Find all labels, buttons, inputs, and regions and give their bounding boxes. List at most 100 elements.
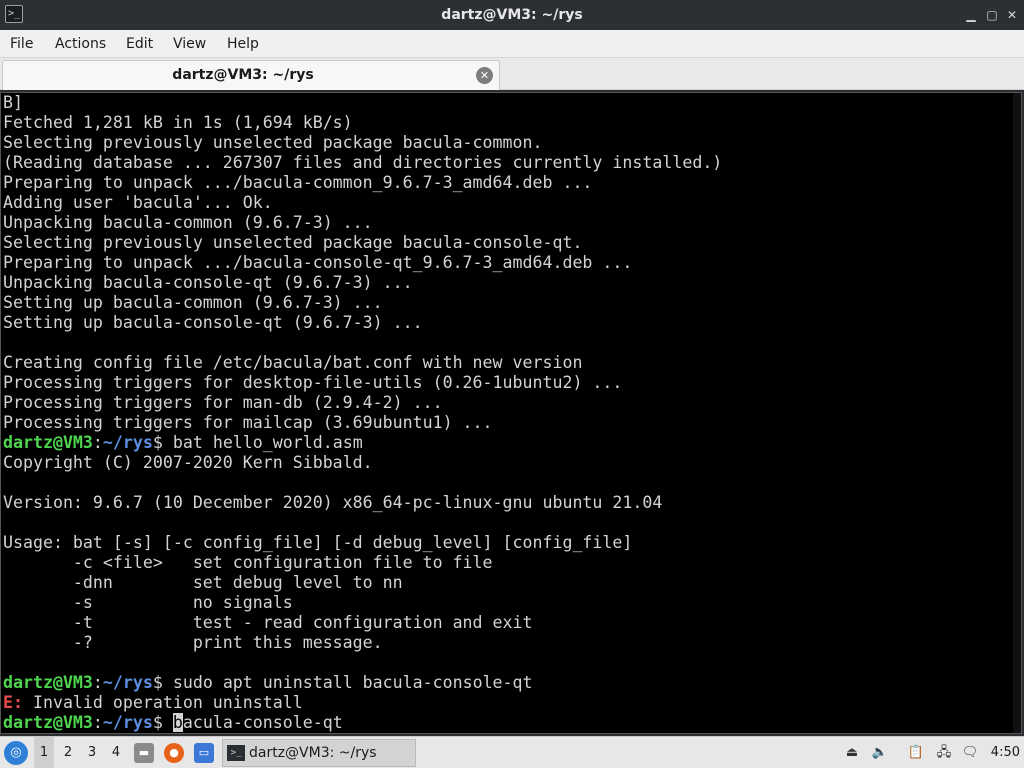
network-icon[interactable]: 🖧	[934, 743, 954, 763]
terminal-line-text: Version: 9.6.7 (10 December 2020) x86_64…	[3, 493, 663, 512]
terminal-line: Setting up bacula-console-qt (9.6.7-3) .…	[3, 313, 722, 333]
terminal-line-text: Preparing to unpack .../bacula-console-q…	[3, 253, 633, 272]
eject-icon[interactable]: ⏏	[842, 743, 862, 763]
terminal-line-text: Usage: bat [-s] [-c config_file] [-d deb…	[3, 533, 633, 552]
terminal-line: -dnn set debug level to nn	[3, 573, 722, 593]
terminal-line: (Reading database ... 267307 files and d…	[3, 153, 722, 173]
firefox-icon[interactable]: ●	[164, 743, 184, 763]
maximize-button[interactable]: ▢	[983, 6, 1001, 24]
tab-terminal[interactable]: dartz@VM3: ~/rys ✕	[2, 60, 500, 90]
terminal-area[interactable]: B] Fetched 1,281 kB in 1s (1,694 kB/s) Sel…	[0, 92, 1022, 734]
task-label: dartz@VM3: ~/rys	[249, 745, 377, 761]
terminal-scrollbar[interactable]	[1013, 93, 1021, 733]
terminal-line-text: Adding user 'bacula'... Ok.	[3, 193, 273, 212]
text-cursor: b	[172, 713, 183, 732]
terminal-line-text: Processing triggers for mailcap (3.69ubu…	[3, 413, 493, 432]
prompt-user: dartz@VM3	[3, 673, 93, 692]
terminal-line: Setting up bacula-common (9.6.7-3) ...	[3, 293, 722, 313]
terminal-line-text: B]	[3, 93, 23, 112]
terminal-line: Unpacking bacula-common (9.6.7-3) ...	[3, 213, 722, 233]
terminal-line-text: Setting up bacula-console-qt (9.6.7-3) .…	[3, 313, 423, 332]
terminal-line-text: Fetched 1,281 kB in 1s (1,694 kB/s)	[3, 113, 353, 132]
terminal-line-text: Processing triggers for man-db (2.9.4-2)…	[3, 393, 443, 412]
terminal-line-text: Copyright (C) 2007-2020 Kern Sibbald.	[3, 453, 373, 472]
prompt-user: dartz@VM3	[3, 713, 93, 732]
terminal-line: Preparing to unpack .../bacula-common_9.…	[3, 173, 722, 193]
terminal-line: E: Invalid operation uninstall	[3, 693, 722, 713]
terminal-line: Adding user 'bacula'... Ok.	[3, 193, 722, 213]
taskbar: ◎ 1 2 3 4 ▬ ● ▭ >_ dartz@VM3: ~/rys ⏏ 🔈 …	[0, 736, 1024, 768]
menu-edit[interactable]: Edit	[126, 30, 153, 58]
window-title: dartz@VM3: ~/rys	[441, 7, 583, 23]
terminal-line: Processing triggers for desktop-file-uti…	[3, 373, 722, 393]
lubuntu-logo-icon[interactable]: ◎	[4, 741, 28, 765]
menu-actions[interactable]: Actions	[55, 30, 106, 58]
terminal-line: dartz@VM3:~/rys$ sudo apt uninstall bacu…	[3, 673, 722, 693]
terminal-line: B]	[3, 93, 722, 113]
close-button[interactable]: ✕	[1003, 6, 1021, 24]
terminal-line: Selecting previously unselected package …	[3, 133, 722, 153]
desktop-icon[interactable]: ▭	[194, 743, 214, 763]
volume-icon[interactable]: 🔈	[870, 743, 890, 763]
prompt-path: ~/rys	[102, 673, 153, 692]
workspace-3[interactable]: 3	[82, 737, 102, 768]
terminal-line-text: Creating config file /etc/bacula/bat.con…	[3, 353, 583, 372]
terminal-line-text: Unpacking bacula-console-qt (9.6.7-3) ..…	[3, 273, 413, 292]
terminal-line: -c <file> set configuration file to file	[3, 553, 722, 573]
tab-label: dartz@VM3: ~/rys	[172, 67, 314, 83]
minimize-button[interactable]: ▁	[962, 6, 980, 24]
notification-icon[interactable]: 🗨	[960, 743, 980, 763]
menu-bar: File Actions Edit View Help	[0, 30, 1024, 58]
prompt-path: ~/rys	[102, 433, 153, 452]
command-input: acula-console-qt	[182, 713, 343, 732]
workspace-4[interactable]: 4	[106, 737, 126, 768]
terminal-line-text: Selecting previously unselected package …	[3, 233, 583, 252]
menu-file[interactable]: File	[10, 30, 33, 58]
prompt-symbol: $	[152, 433, 163, 452]
terminal-line: Version: 9.6.7 (10 December 2020) x86_64…	[3, 493, 722, 513]
taskbar-task-terminal[interactable]: >_ dartz@VM3: ~/rys	[222, 739, 416, 767]
clock: 4:50	[990, 745, 1020, 760]
menu-help[interactable]: Help	[227, 30, 259, 58]
terminal-line: Processing triggers for mailcap (3.69ubu…	[3, 413, 722, 433]
tab-bar: dartz@VM3: ~/rys ✕	[0, 58, 1024, 90]
terminal-line: -? print this message.	[3, 633, 722, 653]
terminal-line-text: Preparing to unpack .../bacula-common_9.…	[3, 173, 593, 192]
terminal-icon: >_	[227, 745, 245, 761]
terminal-line-text: Selecting previously unselected package …	[3, 133, 543, 152]
terminal-line: Selecting previously unselected package …	[3, 233, 722, 253]
workspace-1[interactable]: 1	[34, 737, 54, 768]
terminal-line-text: -dnn set debug level to nn	[3, 573, 403, 592]
terminal-line-text: -t test - read configuration and exit	[3, 613, 533, 632]
workspace-2[interactable]: 2	[58, 737, 78, 768]
window-titlebar[interactable]: >_ dartz@VM3: ~/rys ▁ ▢ ✕	[0, 0, 1024, 30]
command-text: sudo apt uninstall bacula-console-qt	[162, 673, 533, 692]
terminal-line: Copyright (C) 2007-2020 Kern Sibbald.	[3, 453, 722, 473]
prompt-separator: :	[92, 713, 103, 732]
clipboard-icon[interactable]: 📋	[906, 743, 926, 763]
prompt-symbol: $	[152, 673, 163, 692]
terminal-line: Fetched 1,281 kB in 1s (1,694 kB/s)	[3, 113, 722, 133]
prompt-path: ~/rys	[102, 713, 153, 732]
terminal-line: dartz@VM3:~/rys$ bacula-console-qt	[3, 713, 722, 733]
terminal-line-text: Processing triggers for desktop-file-uti…	[3, 373, 623, 392]
terminal-line: Processing triggers for man-db (2.9.4-2)…	[3, 393, 722, 413]
close-icon[interactable]: ✕	[476, 67, 493, 84]
command-text: bat hello_world.asm	[162, 433, 363, 452]
error-text: Invalid operation uninstall	[22, 693, 303, 712]
prompt-separator: :	[92, 673, 103, 692]
terminal-line: Unpacking bacula-console-qt (9.6.7-3) ..…	[3, 273, 722, 293]
terminal-line: Usage: bat [-s] [-c config_file] [-d deb…	[3, 533, 722, 553]
terminal-line: Creating config file /etc/bacula/bat.con…	[3, 353, 722, 373]
terminal-output: B] Fetched 1,281 kB in 1s (1,694 kB/s) Sel…	[3, 93, 722, 733]
terminal-line-text: -s no signals	[3, 593, 293, 612]
file-manager-icon[interactable]: ▬	[134, 743, 154, 763]
terminal-line: -t test - read configuration and exit	[3, 613, 722, 633]
terminal-line-text: -? print this message.	[3, 633, 383, 652]
menu-view[interactable]: View	[173, 30, 206, 58]
terminal-line: -s no signals	[3, 593, 722, 613]
